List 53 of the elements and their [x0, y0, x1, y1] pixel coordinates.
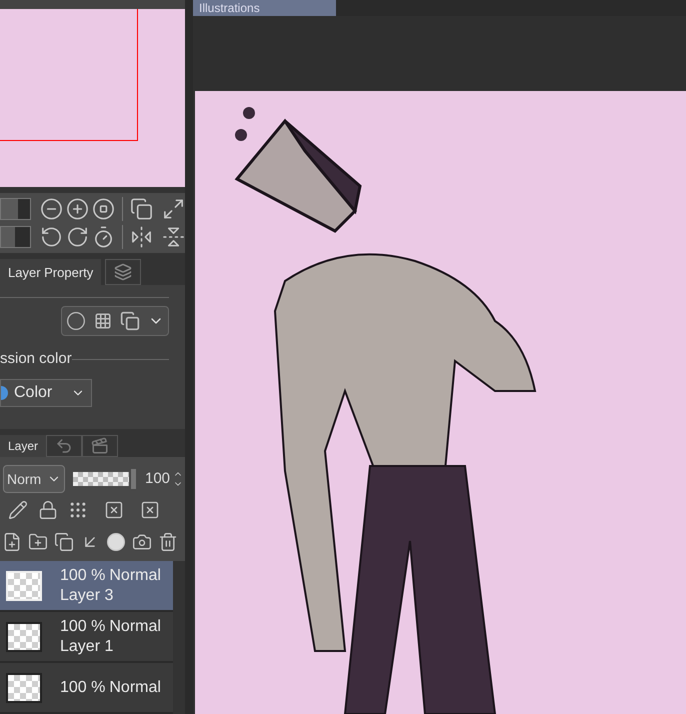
actual-size-icon[interactable]	[92, 197, 115, 222]
layer-opacity: 100 %	[60, 678, 106, 698]
fit-window-icon[interactable]	[162, 197, 185, 222]
transfer-icon[interactable]	[54, 532, 74, 552]
panel-tab[interactable]	[46, 435, 82, 458]
new-layer-icon[interactable]	[2, 532, 22, 552]
rotate-slider-fill[interactable]	[1, 227, 16, 248]
opacity-value: 100	[145, 468, 170, 489]
layer-blend-mode: Normal	[109, 566, 161, 586]
mask-add-icon[interactable]	[106, 532, 126, 552]
color-icon	[1, 386, 8, 400]
panel-tab[interactable]	[105, 259, 142, 286]
blend-mode-dropdown[interactable]: Norm	[3, 465, 65, 494]
undo-icon	[55, 437, 74, 456]
effect-buttons[interactable]	[61, 306, 169, 336]
slider-handle[interactable]	[131, 469, 136, 490]
layer-opacity: 100 %	[60, 566, 106, 586]
lock-transparency-icon[interactable]	[68, 500, 88, 520]
rotate-right-icon[interactable]	[66, 225, 89, 250]
panel-tab[interactable]: Layer	[0, 435, 46, 458]
zoom-in-icon[interactable]	[66, 197, 89, 222]
camera-icon[interactable]	[132, 532, 152, 552]
layer-thumbnail	[6, 570, 42, 601]
rotate-left-icon[interactable]	[40, 225, 63, 250]
circle-icon	[66, 311, 86, 332]
section-label: ssion color	[0, 349, 72, 370]
layer-name: Layer 3	[60, 586, 114, 606]
zoom-out-icon[interactable]	[40, 197, 63, 222]
border-icon	[120, 311, 140, 332]
fit-screen-icon[interactable]	[130, 197, 153, 222]
mask-icon[interactable]	[140, 500, 160, 520]
zoom-slider-fill[interactable]	[1, 199, 18, 220]
layer-row[interactable]: 100 % Normal Layer 3	[0, 561, 173, 612]
clapperboard-icon	[91, 437, 110, 456]
delete-icon[interactable]	[158, 532, 178, 552]
layers-icon	[114, 263, 132, 282]
layer-thumbnail	[6, 672, 42, 703]
clipping-icon[interactable]	[104, 500, 124, 520]
reference-layer-icon[interactable]	[8, 500, 28, 520]
layer-thumbnail	[6, 622, 42, 652]
opacity-slider-fill[interactable]	[73, 472, 129, 486]
layer-opacity: 100 %	[60, 616, 106, 637]
panel-tab[interactable]	[82, 435, 118, 458]
flip-vertical-icon[interactable]	[162, 225, 185, 250]
new-folder-icon[interactable]	[28, 532, 48, 552]
layer-blend-mode: Normal	[109, 616, 161, 637]
color-dropdown[interactable]: Color	[0, 378, 92, 407]
layer-name: Layer 1	[60, 636, 114, 657]
panel-tab[interactable]: Layer Property	[0, 259, 102, 286]
tone-icon	[94, 312, 112, 330]
layer-blend-mode: Normal	[109, 678, 161, 698]
lock-icon[interactable]	[38, 500, 58, 520]
flip-horizontal-icon[interactable]	[130, 225, 153, 250]
